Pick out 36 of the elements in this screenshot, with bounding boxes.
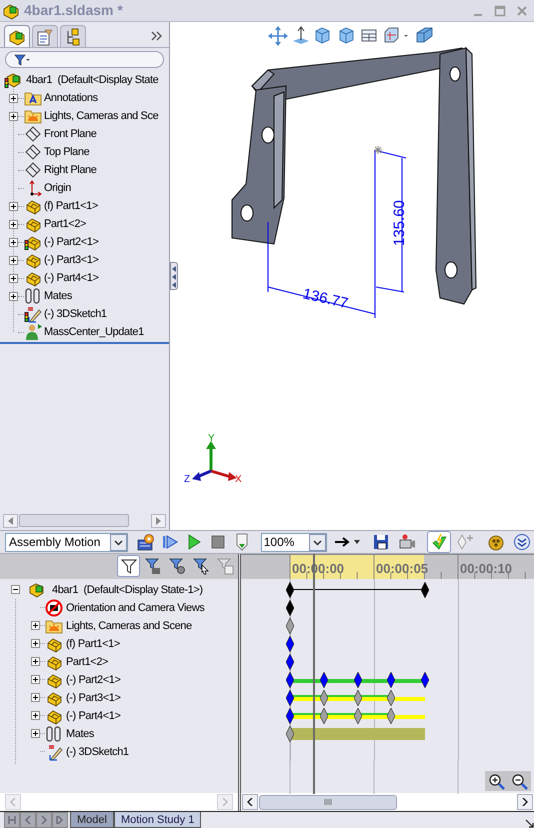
tree-item-label[interactable]: (-) Part3<1> <box>66 688 121 707</box>
tree-item-label[interactable]: (-) Part4<1> <box>66 706 121 725</box>
time-label: 00:00:05 <box>376 560 428 578</box>
tree-item-label[interactable]: Lights, Cameras and Scene <box>66 616 192 635</box>
tree-item-label[interactable]: Annotations <box>44 89 98 107</box>
tree-item-label[interactable]: Front Plane <box>44 125 96 143</box>
tree-item-label[interactable]: Right Plane <box>44 161 96 179</box>
tree-item-label[interactable]: (-) Part4<1> <box>44 269 99 287</box>
speed-dropdown[interactable]: 100% <box>260 532 327 552</box>
study-tab[interactable]: Model <box>70 812 114 828</box>
tree-item-label[interactable]: Mates <box>44 287 72 305</box>
tree-item-label[interactable]: Origin <box>44 179 71 197</box>
tree-item-label[interactable]: Top Plane <box>44 143 90 161</box>
time-label: 00:00:10 <box>460 560 512 578</box>
tree-item-label[interactable]: (-) 3DSketch1 <box>66 742 129 761</box>
tree-item-label[interactable]: (f) Part1<1> <box>44 197 98 215</box>
dimension-value[interactable]: 136.77 <box>301 285 350 312</box>
tree-item-label[interactable]: (-) Part3<1> <box>44 251 99 269</box>
tree-item-label[interactable]: Part1<2> <box>66 652 108 671</box>
study-type-dropdown[interactable]: Assembly Motion <box>5 532 128 552</box>
tree-item-label[interactable]: (f) Part1<1> <box>66 634 120 653</box>
axis-label: Y <box>208 433 215 444</box>
tree-item-label[interactable]: Part1<2> <box>44 215 86 233</box>
tree-item-label[interactable]: 4bar1 (Default<Display State <box>26 71 158 89</box>
tree-item-label[interactable]: (-) Part2<1> <box>66 670 121 689</box>
axis-label: Z <box>184 474 190 485</box>
tree-item-label[interactable]: (-) 3DSketch1 <box>44 305 107 323</box>
tree-item-label[interactable]: Mates <box>66 724 94 743</box>
tree-item-label[interactable]: MassCenter_Update1 <box>44 323 144 341</box>
tree-item-label[interactable]: Orientation and Camera Views <box>66 598 204 617</box>
study-tab[interactable]: Motion Study 1 <box>114 812 202 828</box>
tree-item-label[interactable]: Lights, Cameras and Sce <box>44 107 158 125</box>
window-title: 4bar1.sldasm * <box>24 1 123 20</box>
tree-item-label[interactable]: (-) Part2<1> <box>44 233 99 251</box>
tree-item-label[interactable]: 4bar1 (Default<Display State-1>) <box>52 580 203 599</box>
axis-label: X <box>235 474 242 485</box>
